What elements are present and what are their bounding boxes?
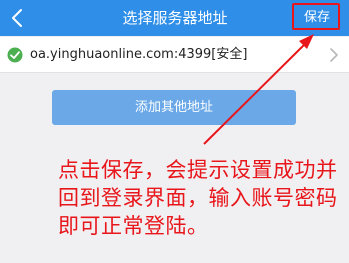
add-other-address-button[interactable]: 添加其他地址 (52, 90, 296, 125)
annotation-text: 点击保存，会提示设置成功并回到登录界面，输入账号密码即可正常登陆。 (58, 158, 338, 238)
save-highlight-box (292, 3, 340, 30)
page: 选择服务器地址 保存 oa.yinghuaonline.com:4399[安全]… (0, 0, 349, 263)
navbar: 选择服务器地址 保存 (0, 0, 349, 36)
page-title: 选择服务器地址 (122, 9, 228, 27)
back-button[interactable] (4, 0, 30, 36)
check-circle-icon (7, 47, 23, 63)
server-address-label: oa.yinghuaonline.com:4399[安全] (30, 47, 248, 62)
server-address-row[interactable]: oa.yinghuaonline.com:4399[安全] (0, 37, 349, 73)
chevron-left-icon (12, 9, 22, 27)
chevron-right-icon (330, 48, 338, 62)
